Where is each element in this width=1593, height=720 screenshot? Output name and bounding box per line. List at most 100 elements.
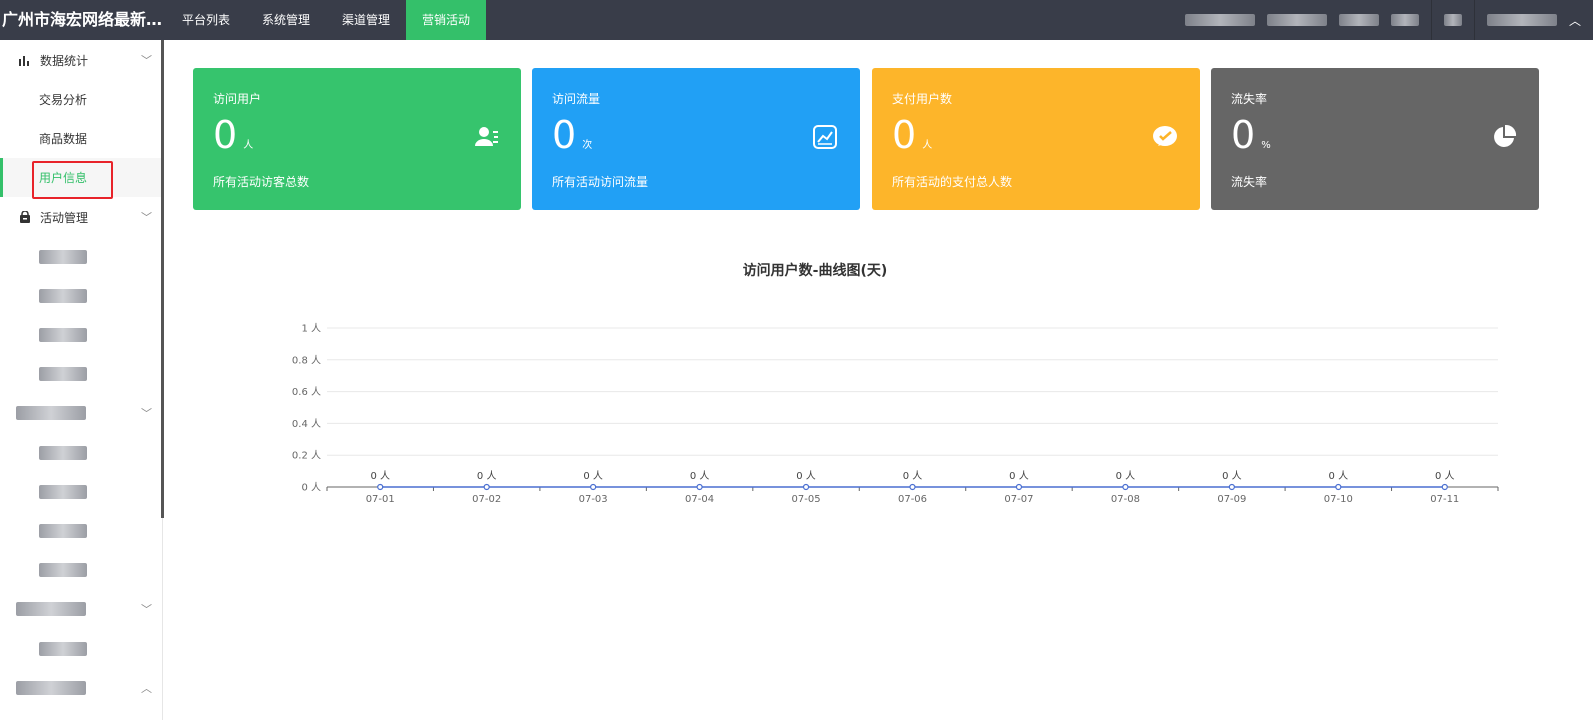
x-tick-label: 07-07 [1004, 494, 1033, 505]
sidebar-item-blurred[interactable] [0, 237, 162, 276]
card-value: 0 人 [213, 115, 501, 155]
sidebar-item-blurred[interactable] [0, 472, 162, 511]
data-label: 0 人 [1009, 470, 1029, 482]
data-point [1015, 483, 1023, 491]
card-value: 0 人 [892, 115, 1180, 155]
data-point [377, 483, 384, 491]
sidebar: 数据统计 ﹀ 交易分析 商品数据 用户信息 活动管理 ﹀ ﹀ ﹀ ︿ [0, 40, 163, 720]
data-label: 0 人 [1116, 470, 1136, 482]
card-number: 0 [552, 113, 577, 157]
sidebar-scrollbar[interactable] [161, 40, 164, 518]
data-label: 0 人 [1329, 470, 1349, 482]
trend-chart-icon [812, 124, 838, 150]
data-point [1122, 483, 1129, 491]
data-label: 0 人 [903, 470, 923, 482]
chevron-up-icon: ︿ [141, 682, 152, 695]
top-right-area: ︿ [1184, 0, 1593, 40]
chevron-down-icon: ﹀ [141, 407, 152, 420]
card-unit: 次 [582, 140, 593, 151]
top-nav-platform-list[interactable]: 平台列表 [166, 0, 246, 40]
data-label: 0 人 [1222, 470, 1242, 482]
card-number: 0 [213, 113, 238, 157]
sidebar-item-trade-analysis[interactable]: 交易分析 [0, 80, 162, 119]
x-tick-label: 07-05 [792, 494, 821, 505]
top-nav-system-management[interactable]: 系统管理 [246, 0, 326, 40]
sidebar-item-blurred[interactable] [0, 550, 162, 589]
top-bar: 广州市海宏网络最新红... 平台列表 系统管理 渠道管理 营销活动 ︿ [0, 0, 1593, 40]
card-unit: 人 [922, 140, 933, 151]
sidebar-group-data-stats[interactable]: 数据统计 ﹀ [0, 40, 162, 80]
sidebar-group-label: 数据统计 [40, 53, 89, 68]
data-label: 0 人 [1435, 470, 1455, 482]
blurred-label [39, 562, 87, 577]
data-point [590, 483, 597, 491]
sidebar-item-blurred[interactable] [0, 433, 162, 472]
data-label: 0 人 [583, 470, 603, 482]
pie-chart-icon [1491, 124, 1517, 150]
blurred-info [1390, 14, 1419, 26]
divider [1430, 0, 1432, 40]
card-title: 访问流量 [552, 92, 601, 106]
y-tick-label: 0.8 人 [292, 354, 321, 366]
card-description: 所有活动访问流量 [552, 175, 649, 189]
blurred-label [39, 249, 87, 264]
sidebar-item-product-data[interactable]: 商品数据 [0, 119, 162, 158]
y-tick-label: 0.2 人 [292, 450, 321, 462]
card-value: 0 次 [552, 115, 840, 155]
sidebar-item-blurred[interactable] [0, 354, 162, 393]
blurred-info [1338, 14, 1379, 26]
chart-title: 访问用户数-曲线图(天) [742, 263, 888, 279]
x-tick-label: 07-02 [472, 494, 501, 505]
stat-card-visitors: 访问用户 0 人 所有活动访客总数 [193, 68, 521, 210]
card-description: 流失率 [1231, 175, 1268, 189]
card-unit: 人 [243, 140, 254, 151]
blurred-label [39, 288, 87, 303]
top-nav-marketing[interactable]: 营销活动 [406, 0, 487, 40]
blurred-label [39, 523, 87, 538]
blurred-info [1184, 14, 1255, 26]
x-tick-label: 07-01 [366, 494, 395, 505]
stat-card-churn-rate: 流失率 0 % 流失率 [1211, 68, 1539, 210]
sidebar-group-label: 活动管理 [40, 210, 89, 225]
data-label: 0 人 [370, 470, 390, 482]
blurred-label [16, 406, 86, 420]
blurred-info [1266, 14, 1327, 26]
sidebar-item-blurred[interactable] [0, 276, 162, 315]
user-account-blurred[interactable] [1486, 14, 1557, 26]
data-point [1441, 483, 1448, 491]
chevron-down-icon: ﹀ [141, 54, 152, 67]
data-label: 0 人 [690, 470, 710, 482]
sidebar-group-blurred[interactable]: ﹀ [0, 393, 162, 433]
sidebar-item-blurred[interactable] [0, 629, 162, 668]
blurred-label [39, 484, 87, 499]
card-title: 支付用户数 [892, 92, 953, 106]
card-number: 0 [1231, 113, 1256, 157]
blurred-label [16, 681, 86, 695]
top-nav: 平台列表 系统管理 渠道管理 营销活动 [166, 0, 487, 40]
line-chart: 0 人 0.2 人 0.4 人 0.6 人 0.8 人 1 人 0 人 07-01 0 人 07-… [292, 323, 1499, 505]
x-tick-label: 07-11 [1430, 494, 1459, 505]
x-tick-label: 07-04 [685, 494, 714, 505]
top-nav-channel-management[interactable]: 渠道管理 [326, 0, 406, 40]
blurred-label [39, 641, 87, 656]
card-number: 0 [892, 113, 917, 157]
sidebar-group-activity-management[interactable]: 活动管理 ﹀ [0, 197, 162, 237]
blurred-info [1443, 14, 1462, 26]
card-title: 访问用户 [213, 92, 262, 106]
chevron-up-icon[interactable]: ︿ [1569, 12, 1581, 29]
sidebar-group-blurred[interactable]: ︿ [0, 668, 162, 708]
data-point [696, 483, 703, 491]
data-point [802, 483, 810, 491]
sidebar-item-blurred[interactable] [0, 511, 162, 550]
divider [1473, 0, 1475, 40]
sidebar-item-user-info[interactable]: 用户信息 [0, 158, 162, 197]
stat-card-paying-users: 支付用户数 0 人 所有活动的支付总人数 [872, 68, 1200, 210]
user-icon [473, 124, 499, 150]
brand-title: 广州市海宏网络最新红... [2, 10, 166, 29]
blurred-label [16, 602, 86, 616]
x-tick-label: 07-10 [1324, 494, 1353, 505]
sidebar-group-blurred[interactable]: ﹀ [0, 589, 162, 629]
data-label: 0 人 [796, 470, 816, 482]
sidebar-item-blurred[interactable] [0, 315, 162, 354]
x-tick-label: 07-03 [579, 494, 608, 505]
